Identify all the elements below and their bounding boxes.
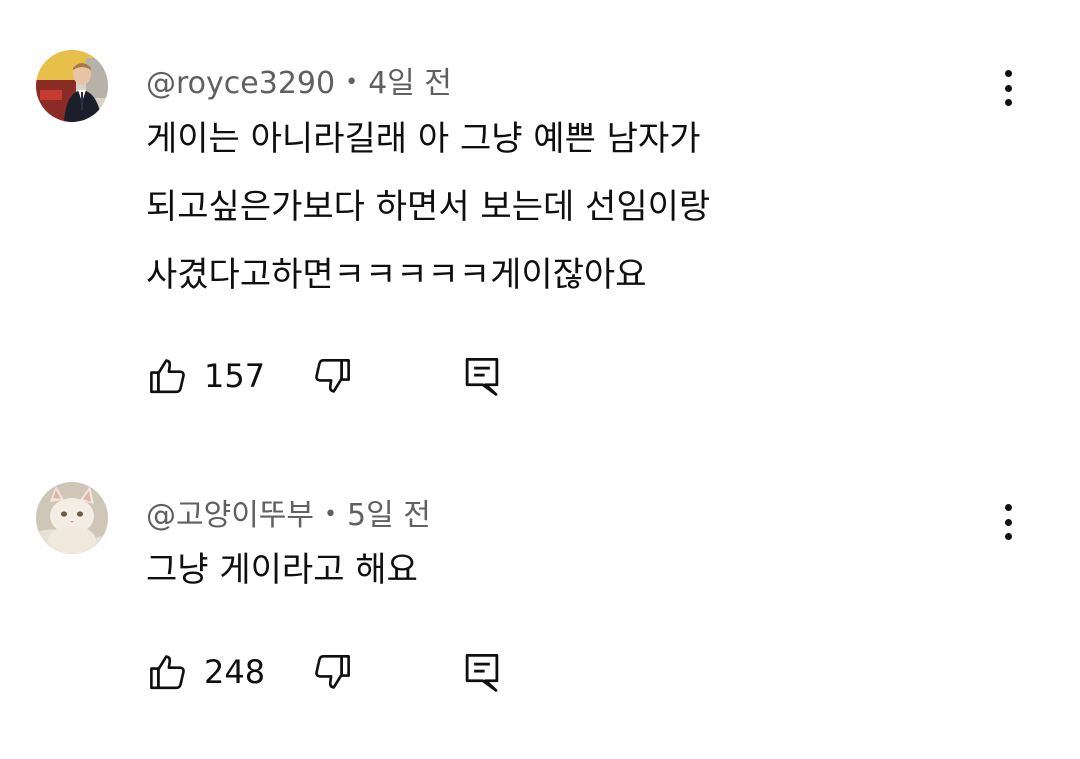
comment-header: @royce3290 • 4일 전 xyxy=(146,58,452,102)
avatar[interactable] xyxy=(36,50,108,122)
thumb-down-icon xyxy=(315,654,350,689)
comment-text-line: 게이는 아니라길래 아 그냥 예쁜 남자가 xyxy=(146,119,701,159)
comment-header: @고양이뚜부 • 5일 전 xyxy=(146,490,431,534)
thumb-down-icon xyxy=(315,358,350,393)
dislike-button[interactable] xyxy=(310,650,354,694)
dislike-button[interactable] xyxy=(310,354,354,398)
comment-action-bar: 157 xyxy=(146,352,504,400)
like-count: 248 xyxy=(204,653,266,691)
reply-comment-icon xyxy=(465,357,499,396)
separator-dot: • xyxy=(324,502,337,527)
comment-text-line: 되고싶은가보다 하면서 보는데 선임이랑 xyxy=(146,187,711,227)
comment-text: 게이는 아니라길래 아 그냥 예쁜 남자가 되고싶은가보다 하면서 보는데 선임… xyxy=(146,105,710,309)
more-vertical-icon[interactable] xyxy=(988,502,1028,542)
comment-thread-item: @royce3290 • 4일 전 게이는 아니라길래 아 그냥 예쁜 남자가 되고… xyxy=(0,0,1080,440)
reply-comment-icon xyxy=(465,653,499,692)
reply-button[interactable] xyxy=(460,354,504,398)
like-button[interactable] xyxy=(146,354,190,398)
published-time[interactable]: 4일 전 xyxy=(368,66,452,101)
comment-thread-item: @고양이뚜부 • 5일 전 그냥 게이라고 해요 248 xyxy=(0,440,1080,759)
like-count: 157 xyxy=(204,357,266,395)
reply-button[interactable] xyxy=(460,650,504,694)
thumb-up-icon xyxy=(150,655,185,690)
comment-text-line: 사겼다고하면ㅋㅋㅋㅋㅋ게이잖아요 xyxy=(146,255,647,295)
comment-text-line: 그냥 게이라고 해요 xyxy=(146,550,418,590)
thumb-up-icon xyxy=(150,359,185,394)
published-time[interactable]: 5일 전 xyxy=(347,498,431,533)
author-name[interactable]: @royce3290 xyxy=(146,66,335,101)
more-vertical-icon[interactable] xyxy=(988,68,1028,108)
comment-action-bar: 248 xyxy=(146,648,504,696)
like-button[interactable] xyxy=(146,650,190,694)
comment-text: 그냥 게이라고 해요 xyxy=(146,536,418,604)
avatar[interactable] xyxy=(36,482,108,554)
author-name[interactable]: @고양이뚜부 xyxy=(146,498,314,533)
separator-dot: • xyxy=(345,70,359,95)
